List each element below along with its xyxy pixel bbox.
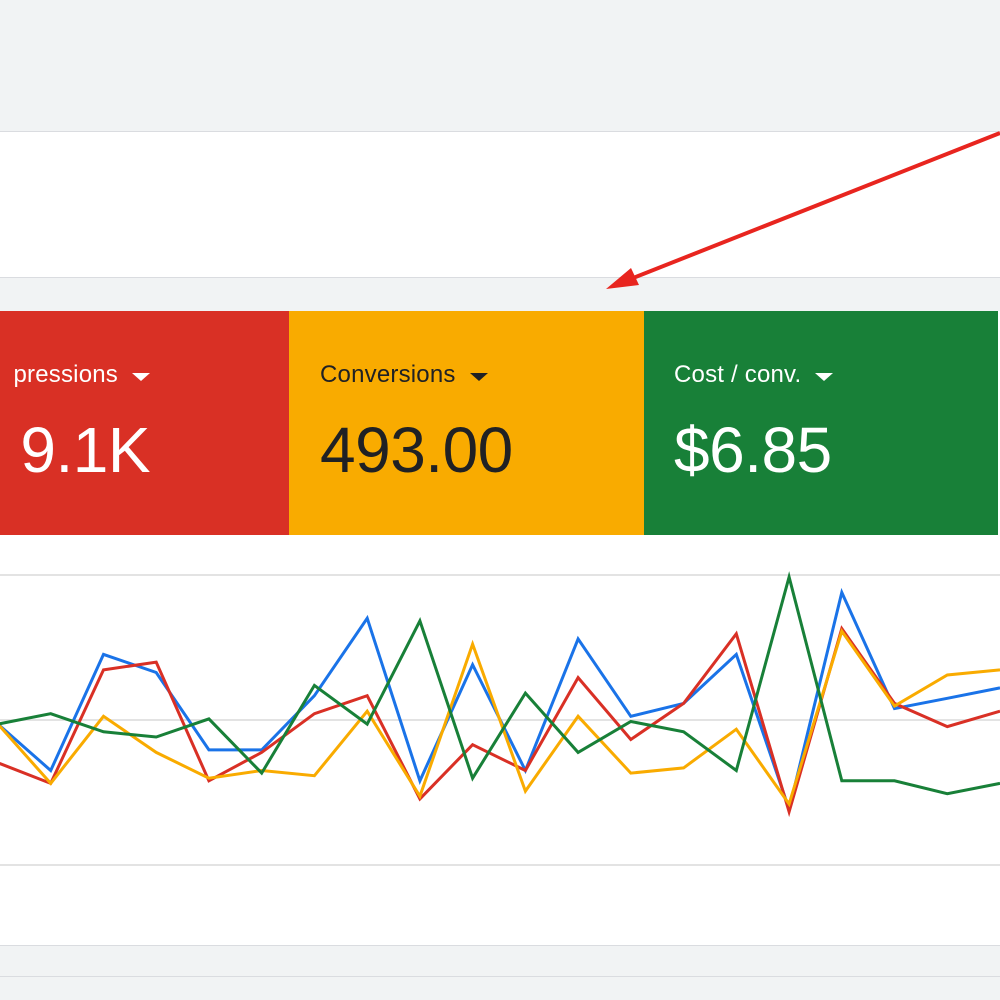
scorecard-row: pressions 9.1K Conversions 493.00 Cost /… [0,311,1000,535]
scorecard-impressions[interactable]: pressions 9.1K [0,311,289,535]
chart-bottom-border [0,945,1000,946]
scorecard-cost-label-row[interactable]: Cost / conv. [674,361,834,389]
top-toolbar-area [0,0,1000,131]
page-bottom-border [0,976,1000,977]
scorecard-conversions-label-row[interactable]: Conversions [320,361,488,389]
chart-series-line-2 [0,627,1000,808]
performance-chart [0,535,1000,945]
dropdown-caret-icon[interactable] [132,372,150,381]
scorecard-cost-per-conversion[interactable]: Cost / conv. $6.85 [644,311,998,535]
scorecard-impressions-label: pressions [13,361,118,388]
scorecard-impressions-label-row[interactable]: pressions [13,361,150,389]
section-divider [0,278,1000,311]
dropdown-caret-icon[interactable] [815,372,834,381]
scorecard-cost-value: $6.85 [674,414,832,486]
dropdown-caret-icon[interactable] [469,372,488,381]
scorecard-conversions-label: Conversions [320,361,456,388]
chart-series-line-0 [0,587,1000,815]
filter-bar-area [0,131,1000,278]
scorecard-conversions[interactable]: Conversions 493.00 [289,311,644,535]
scorecard-cost-label: Cost / conv. [674,361,802,388]
performance-chart-svg [0,571,1000,866]
scorecard-impressions-value: 9.1K [20,414,150,486]
scorecard-conversions-value: 493.00 [320,414,513,486]
